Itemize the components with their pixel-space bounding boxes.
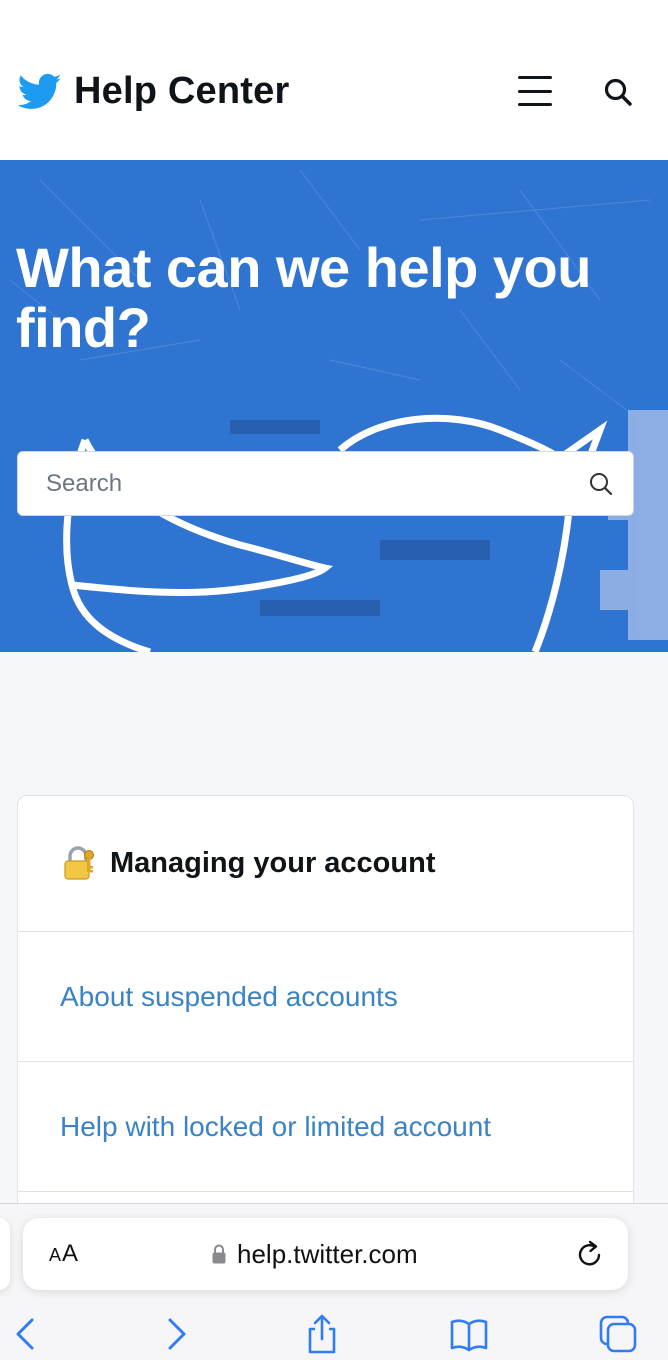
help-search-bar [17,451,634,516]
url-text: help.twitter.com [237,1238,418,1269]
link-locked-limited-account[interactable]: Help with locked or limited account [18,1062,633,1192]
previous-tab-edge[interactable] [0,1218,10,1290]
section-title: Managing your account [110,847,436,879]
tabs-icon[interactable] [598,1314,638,1354]
managing-account-card: Managing your account About suspended ac… [17,795,634,1215]
hero-banner: What can we help you find? [0,160,668,652]
browser-toolbar: AA help.twitter.com [0,1203,668,1360]
url-display[interactable]: help.twitter.com [211,1238,418,1270]
logo-link[interactable]: Help Center [18,70,289,113]
card-header: Managing your account [18,796,633,932]
twitter-bird-icon [18,73,62,109]
locked-with-key-icon [64,845,94,880]
reload-icon[interactable] [575,1238,605,1270]
forward-icon[interactable] [156,1314,196,1354]
share-icon[interactable] [302,1314,342,1354]
padlock-icon [212,1244,226,1264]
address-bar[interactable]: AA help.twitter.com [23,1218,628,1290]
link-about-suspended-accounts[interactable]: About suspended accounts [18,932,633,1062]
bookmarks-icon[interactable] [449,1314,489,1354]
site-header: Help Center [0,0,668,160]
text-size-button[interactable]: AA [49,1240,79,1270]
help-search-input[interactable] [46,469,587,498]
search-icon[interactable] [602,76,634,108]
back-icon[interactable] [6,1314,46,1354]
search-icon[interactable] [587,470,615,498]
hamburger-menu-icon[interactable] [518,76,552,106]
hero-title: What can we help you find? [16,236,591,359]
brand-title: Help Center [74,70,290,112]
hero-bird-illustration [9,169,668,652]
